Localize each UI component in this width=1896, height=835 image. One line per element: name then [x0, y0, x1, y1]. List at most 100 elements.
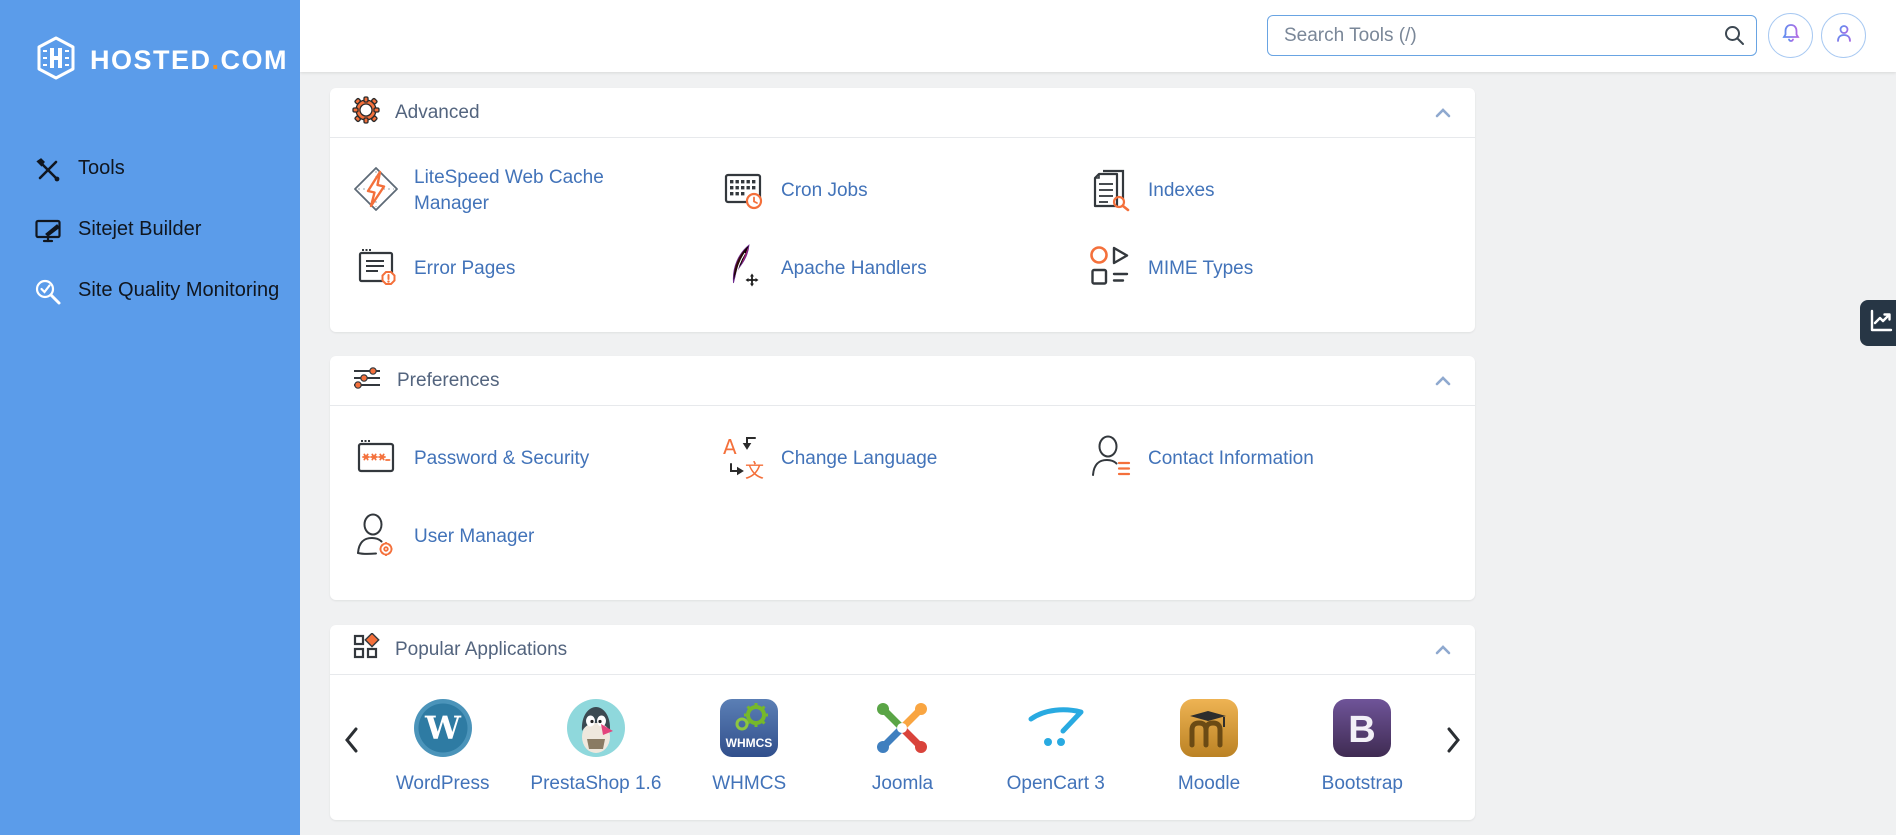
app-label: OpenCart 3 — [1006, 773, 1105, 794]
notifications-button[interactable] — [1768, 13, 1813, 58]
section-advanced: Advanced LiteSpeed Web Cache Manager Cro… — [330, 88, 1475, 332]
search-icon[interactable] — [1723, 24, 1745, 51]
section-title: Popular Applications — [395, 638, 568, 660]
moodle-icon — [1178, 697, 1240, 759]
svg-text:A: A — [723, 435, 737, 459]
svg-text:文: 文 — [745, 460, 764, 481]
apps-row: W WordPress PrestaShop 1.6 WHMCS WHMCS J… — [366, 697, 1439, 795]
user-manager-icon — [352, 511, 400, 564]
sidebar-item-tools[interactable]: Tools — [0, 141, 300, 202]
app-label: WHMCS — [712, 773, 787, 794]
whmcs-icon: WHMCS — [718, 697, 780, 759]
tool-apache-handlers[interactable]: Apache Handlers — [719, 230, 1086, 308]
tool-contact-information[interactable]: Contact Information — [1086, 420, 1453, 498]
sidebar-menu: Tools Sitejet Builder Site Quality Monit… — [0, 141, 300, 324]
app-label: WordPress — [395, 773, 490, 794]
monitor-pen-icon — [34, 217, 62, 250]
svg-text:W: W — [424, 709, 462, 747]
opencart-icon — [1025, 697, 1087, 759]
preferences-tools-grid: Password & Security A 文 Change Language — [330, 406, 1475, 592]
collapse-popular-applications-button[interactable] — [1433, 643, 1453, 657]
tools-icon — [34, 156, 62, 189]
line-chart-icon — [1868, 308, 1894, 339]
app-label: Moodle — [1177, 773, 1241, 794]
app-label: Joomla — [871, 773, 934, 794]
logo[interactable]: HOSTED.COM — [34, 36, 300, 85]
language-icon: A 文 — [719, 433, 767, 486]
tool-label: Cron Jobs — [781, 180, 868, 202]
svg-text:WHMCS: WHMCS — [726, 736, 773, 750]
tool-label: LiteSpeed Web Cache Manager — [414, 167, 604, 214]
indexes-icon — [1086, 165, 1134, 218]
logo-text: HOSTED.COM — [90, 45, 289, 75]
section-header-preferences: Preferences — [330, 356, 1475, 406]
app-joomla[interactable]: Joomla — [826, 697, 979, 795]
tool-litespeed-web-cache-manager[interactable]: LiteSpeed Web Cache Manager — [352, 152, 719, 230]
mime-types-icon — [1086, 243, 1134, 296]
section-header-popular-applications: Popular Applications — [330, 625, 1475, 675]
sliders-icon — [352, 364, 382, 397]
tool-label: Indexes — [1148, 180, 1215, 202]
app-prestashop[interactable]: PrestaShop 1.6 — [519, 697, 672, 795]
cron-jobs-icon — [719, 165, 767, 218]
app-bootstrap[interactable]: B Bootstrap — [1286, 697, 1439, 795]
carousel-next-button[interactable] — [1439, 725, 1469, 755]
password-icon — [352, 433, 400, 486]
carousel-prev-button[interactable] — [336, 725, 366, 755]
collapse-preferences-button[interactable] — [1433, 374, 1453, 388]
app-whmcs[interactable]: WHMCS WHMCS — [673, 697, 826, 795]
user-icon — [1833, 22, 1855, 49]
bell-icon — [1780, 22, 1802, 49]
sidebar-item-label: Tools — [78, 157, 125, 179]
sidebar-item-label: Site Quality Monitoring — [78, 279, 280, 301]
top-header — [300, 0, 1896, 72]
section-header-advanced: Advanced — [330, 88, 1475, 138]
section-title: Advanced — [395, 101, 480, 123]
section-preferences: Preferences Password & Security A 文 Chan… — [330, 356, 1475, 600]
sidebar-item-site-quality-monitoring[interactable]: Site Quality Monitoring — [0, 263, 300, 324]
sidebar-item-sitejet-builder[interactable]: Sitejet Builder — [0, 202, 300, 263]
litespeed-icon — [352, 165, 400, 218]
tool-label: Error Pages — [414, 258, 516, 280]
app-moodle[interactable]: Moodle — [1132, 697, 1285, 795]
joomla-icon — [871, 697, 933, 759]
app-label: Bootstrap — [1321, 773, 1403, 794]
tool-password-security[interactable]: Password & Security — [352, 420, 719, 498]
tool-error-pages[interactable]: Error Pages — [352, 230, 719, 308]
search-input[interactable] — [1267, 15, 1757, 56]
tool-indexes[interactable]: Indexes — [1086, 152, 1453, 230]
apache-feather-icon — [719, 243, 767, 296]
tool-label: MIME Types — [1148, 258, 1254, 280]
search-wrap — [1267, 15, 1757, 56]
gear-icon — [352, 96, 380, 129]
svg-text:B: B — [1349, 709, 1376, 751]
sidebar-item-label: Sitejet Builder — [78, 218, 202, 240]
advanced-tools-grid: LiteSpeed Web Cache Manager Cron Jobs In… — [330, 138, 1475, 324]
tool-label: Apache Handlers — [781, 258, 927, 280]
tool-label: Contact Information — [1148, 448, 1314, 470]
tool-change-language[interactable]: A 文 Change Language — [719, 420, 1086, 498]
app-label: PrestaShop 1.6 — [530, 773, 662, 794]
contact-icon — [1086, 433, 1134, 486]
hosted-hexagon-logo-icon — [34, 36, 78, 85]
app-wordpress[interactable]: W WordPress — [366, 697, 519, 795]
collapse-advanced-button[interactable] — [1433, 106, 1453, 120]
bootstrap-icon: B — [1331, 697, 1393, 759]
apps-grid-icon — [352, 632, 380, 666]
section-popular-applications: Popular Applications W WordPress PrestaS… — [330, 625, 1475, 820]
wordpress-icon: W — [412, 697, 474, 759]
prestashop-icon — [565, 697, 627, 759]
account-button[interactable] — [1821, 13, 1866, 58]
sidebar: HOSTED.COM Tools Sitejet Builder Site Qu… — [0, 0, 300, 835]
tool-user-manager[interactable]: User Manager — [352, 498, 719, 576]
main-content: Advanced LiteSpeed Web Cache Manager Cro… — [300, 72, 1896, 835]
tool-label: Password & Security — [414, 448, 590, 470]
tool-mime-types[interactable]: MIME Types — [1086, 230, 1453, 308]
tool-label: User Manager — [414, 526, 535, 548]
tool-label: Change Language — [781, 448, 938, 470]
tool-cron-jobs[interactable]: Cron Jobs — [719, 152, 1086, 230]
apps-carousel: W WordPress PrestaShop 1.6 WHMCS WHMCS J… — [330, 675, 1475, 795]
error-pages-icon — [352, 243, 400, 296]
site-stats-tab[interactable] — [1860, 300, 1896, 346]
app-opencart[interactable]: OpenCart 3 — [979, 697, 1132, 795]
